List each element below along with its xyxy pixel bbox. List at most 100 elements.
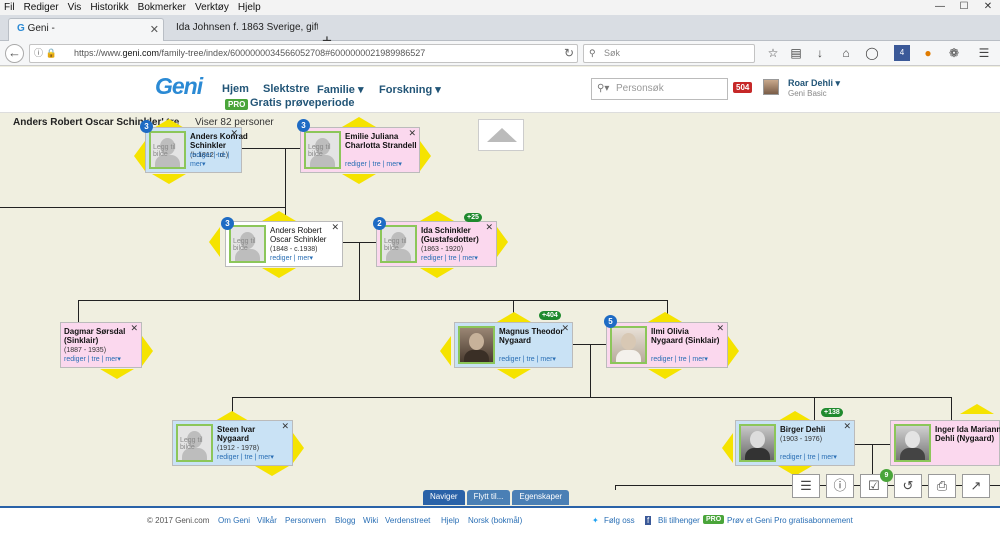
footer-link[interactable]: Om Geni <box>218 516 250 525</box>
hamburger-menu-icon[interactable]: ☰ <box>976 45 992 61</box>
close-tab-icon[interactable]: ✕ <box>150 23 159 36</box>
scroll-up-button[interactable] <box>478 119 524 151</box>
close-icon[interactable]: ✕ <box>408 129 416 138</box>
person-actions[interactable]: rediger | tre | mer▾ <box>190 151 241 169</box>
url-bar[interactable]: ⓘ 🔒 https://www.geni.com/family-tree/ind… <box>29 44 578 63</box>
person-name[interactable]: Steen Ivar Nygaard <box>217 425 289 443</box>
person-actions[interactable]: rediger | mer▾ <box>270 254 313 263</box>
search-count-badge[interactable]: 3 <box>140 120 153 133</box>
person-name[interactable]: Anders Konrad Schinkler <box>190 132 262 150</box>
tab-geni[interactable]: G Geni - ✕ <box>8 18 164 41</box>
browser-search-input[interactable]: ⚲ Søk <box>583 44 755 63</box>
footer-link[interactable]: Hjelp <box>441 516 459 525</box>
footer-link[interactable]: Vilkår <box>257 516 277 525</box>
addon-icon[interactable]: ❁ <box>946 45 962 61</box>
nav-home[interactable]: Hjem <box>222 83 249 95</box>
print-icon[interactable]: ⎙ <box>928 474 956 498</box>
family-tree-canvas[interactable]: Anders Robert Oscar Schinkler' tre Viser… <box>0 114 1000 490</box>
geni-logo[interactable]: Geni <box>155 73 203 100</box>
person-name[interactable]: Emilie Juliana Charlotta Strandell <box>345 132 417 150</box>
expand-up-arrow[interactable] <box>497 312 531 322</box>
match-count-badge[interactable]: +25 <box>464 213 482 222</box>
person-name[interactable]: Dagmar Sørsdal (Sinklair) <box>64 327 136 345</box>
expand-left-arrow[interactable] <box>440 336 451 366</box>
home-icon[interactable]: ⌂ <box>838 45 854 61</box>
nav-family[interactable]: Familie ▾ <box>317 83 363 96</box>
expand-down-arrow[interactable] <box>255 466 289 476</box>
person-card-birger-dehli[interactable]: Birger Dehli (1903 - 1976) rediger | tre… <box>735 420 855 466</box>
free-trial-link[interactable]: Gratis prøveperiode <box>250 97 355 109</box>
photo-placeholder[interactable]: Legg til bilde <box>304 131 341 169</box>
search-count-badge[interactable]: 3 <box>297 119 310 132</box>
close-icon[interactable]: ✕ <box>561 324 569 333</box>
expand-left-arrow[interactable] <box>722 433 733 463</box>
footer-link[interactable]: Wiki <box>363 516 378 525</box>
person-actions[interactable]: rediger | tre | mer▾ <box>421 254 478 263</box>
search-count-badge[interactable]: 5 <box>604 315 617 328</box>
footer-link[interactable]: Blogg <box>335 516 355 525</box>
tab-properties[interactable]: Egenskaper <box>512 490 570 505</box>
avatar[interactable] <box>763 79 779 95</box>
person-card-dagmar-sorsdal[interactable]: Dagmar Sørsdal (Sinklair) (1887 - 1935) … <box>60 322 142 368</box>
menu-file[interactable]: Fil <box>4 2 15 13</box>
download-icon[interactable]: ↓ <box>812 45 828 61</box>
nav-family-tree[interactable]: Slektstre <box>263 83 309 95</box>
close-icon[interactable]: ✕ <box>281 422 289 431</box>
back-button[interactable]: ← <box>5 44 24 63</box>
expand-right-arrow[interactable] <box>420 141 431 171</box>
expand-down-arrow[interactable] <box>648 369 682 379</box>
person-name[interactable]: Inger Ida Marianne Dehli (Nygaard) <box>935 425 1000 443</box>
expand-down-arrow[interactable] <box>420 268 454 278</box>
close-icon[interactable]: ✕ <box>230 129 238 138</box>
person-name[interactable]: Birger Dehli <box>780 425 852 434</box>
duckduckgo-icon[interactable]: ● <box>920 45 936 61</box>
person-name[interactable]: Ilmi Olivia Nygaard (Sinklair) <box>651 327 723 345</box>
person-card-ida-schinkler[interactable]: Legg til bilde Ida Schinkler (Gustafsdot… <box>376 221 497 267</box>
twitter-icon[interactable]: ✦ <box>592 516 599 525</box>
pro-trial-link[interactable]: Prøv et Geni Pro gratisabonnement <box>727 516 853 525</box>
person-search-input[interactable]: ⚲▾ Personsøk <box>591 78 728 100</box>
person-name[interactable]: Magnus Theodor Nygaard <box>499 327 571 345</box>
menu-tools[interactable]: Verktøy <box>195 2 229 13</box>
photo-placeholder[interactable]: Legg til bilde <box>176 424 213 462</box>
person-photo[interactable] <box>458 326 495 364</box>
expand-down-arrow[interactable] <box>100 369 134 379</box>
expand-down-arrow[interactable] <box>497 369 531 379</box>
expand-right-arrow[interactable] <box>293 433 304 463</box>
photo-placeholder[interactable]: Legg til bilde <box>229 225 266 263</box>
expand-left-arrow[interactable] <box>209 227 220 257</box>
info-icon[interactable]: ⓘ <box>826 474 854 498</box>
person-actions[interactable]: rediger | tre | mer▾ <box>217 453 274 462</box>
person-actions[interactable]: rediger | tre | mer▾ <box>651 355 708 364</box>
close-icon[interactable]: ✕ <box>485 223 493 232</box>
menu-help[interactable]: Hjelp <box>238 2 261 13</box>
menu-bookmarks[interactable]: Bokmerker <box>138 2 186 13</box>
expand-right-arrow[interactable] <box>142 336 153 366</box>
tab-move-to[interactable]: Flytt til... <box>466 490 511 505</box>
photo-placeholder[interactable]: Legg til bilde <box>149 131 186 169</box>
expand-up-arrow[interactable] <box>648 312 682 322</box>
person-photo[interactable] <box>894 424 931 462</box>
notification-badge[interactable]: 504 <box>733 82 753 93</box>
maximize-button[interactable]: ☐ <box>952 0 976 15</box>
expand-up-arrow[interactable] <box>342 117 376 127</box>
footer-link[interactable]: Norsk (bokmål) <box>468 516 522 525</box>
tab-ida-johnsen[interactable]: Ida Johnsen f. 1863 Sverige, gift m <box>168 18 318 41</box>
expand-down-arrow[interactable] <box>262 268 296 278</box>
person-card-anders-konrad[interactable]: Legg til bilde Anders Konrad Schinkler (… <box>145 127 248 173</box>
follow-link[interactable]: Følg oss <box>604 516 635 525</box>
user-name[interactable]: Roar Dehli ▾ <box>788 78 840 89</box>
close-icon[interactable]: ✕ <box>716 324 724 333</box>
minimize-button[interactable]: — <box>928 0 952 15</box>
person-actions[interactable]: rediger | tre | mer▾ <box>345 160 402 169</box>
person-actions[interactable]: rediger | tre | mer▾ <box>499 355 556 364</box>
expand-up-arrow[interactable] <box>960 404 994 414</box>
expand-up-arrow[interactable] <box>420 211 454 221</box>
tab-navigate[interactable]: Naviger <box>423 490 465 505</box>
pocket-icon[interactable]: ◯ <box>864 45 880 61</box>
extension-icon[interactable]: 4 <box>894 45 910 61</box>
search-count-badge[interactable]: 3 <box>221 217 234 230</box>
expand-up-arrow[interactable] <box>262 211 296 221</box>
person-card-anders-robert[interactable]: Legg til bilde Anders Robert Oscar Schin… <box>225 221 343 267</box>
person-card-steen-nygaard[interactable]: Legg til bilde Steen Ivar Nygaard (1912 … <box>172 420 293 466</box>
